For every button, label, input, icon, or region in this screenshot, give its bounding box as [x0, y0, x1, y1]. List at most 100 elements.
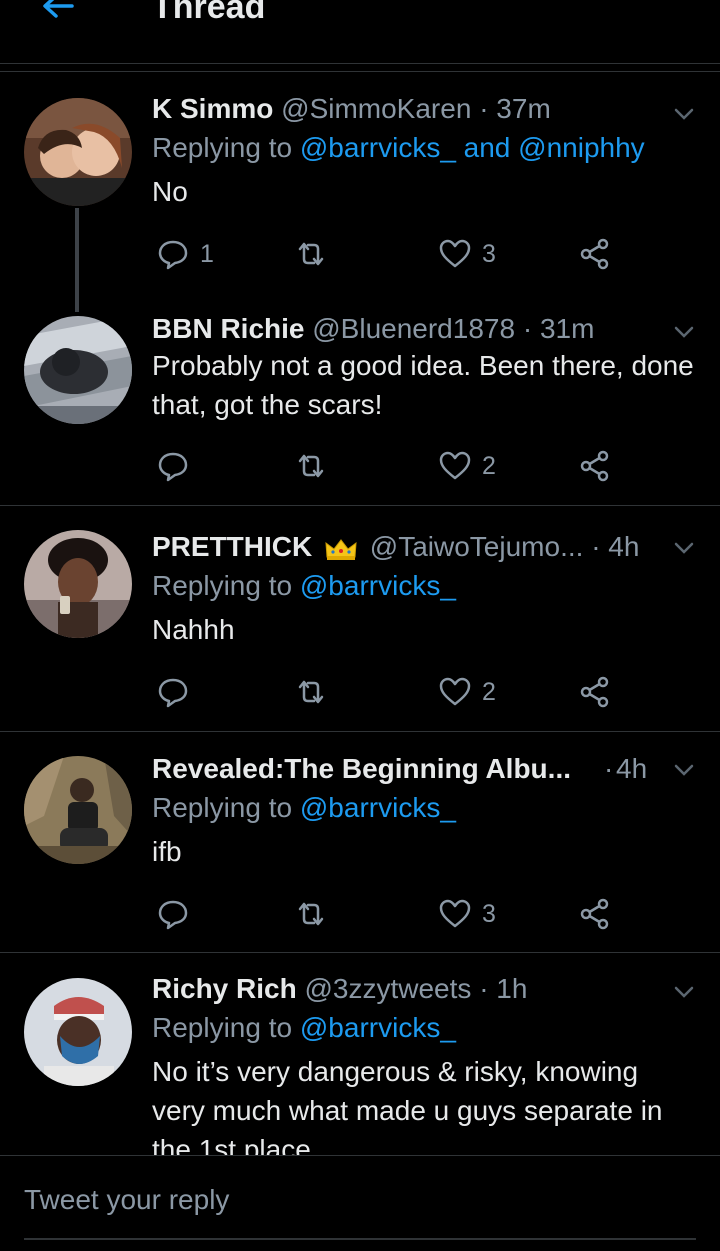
- reply-button[interactable]: [156, 894, 190, 934]
- avatar[interactable]: [24, 530, 132, 638]
- avatar[interactable]: [24, 756, 132, 864]
- replying-prefix: Replying to: [152, 792, 293, 823]
- heart-icon: [439, 899, 471, 928]
- separator-dot: ·: [479, 973, 489, 1004]
- divider: [0, 505, 720, 506]
- tweet[interactable]: K Simmo @SimmoKaren · 37m Replying to @b…: [0, 90, 720, 290]
- mention-link[interactable]: @barrvicks_: [300, 570, 456, 601]
- tweet-reply-input[interactable]: Tweet your reply: [24, 1184, 229, 1216]
- reply-button[interactable]: [156, 672, 190, 712]
- like-count: 3: [482, 899, 496, 928]
- chevron-down-icon[interactable]: [672, 536, 696, 560]
- tweet-text: No it’s very dangerous & risky, knowing …: [152, 1056, 663, 1155]
- like-button[interactable]: 2: [438, 446, 496, 486]
- mention-link[interactable]: @barrvicks_ and @nniphhy: [300, 132, 645, 163]
- like-button[interactable]: 2: [438, 672, 496, 712]
- display-name[interactable]: Revealed:The Beginning Albu...: [152, 753, 571, 784]
- chevron-down-icon[interactable]: [672, 758, 696, 782]
- share-icon: [580, 898, 609, 930]
- heart-icon: [439, 677, 471, 706]
- replying-prefix: Replying to: [152, 1012, 293, 1043]
- replying-to: Replying to @barrvicks_ and @nniphhy: [152, 130, 697, 166]
- reply-button[interactable]: 1: [156, 234, 214, 274]
- user-handle[interactable]: @3zzytweets: [304, 973, 471, 1004]
- reply-icon: [158, 900, 188, 930]
- mention-link[interactable]: @barrvicks_: [300, 1012, 456, 1043]
- tweet-text: ifb: [152, 836, 182, 867]
- user-handle[interactable]: @Bluenerd1878: [312, 313, 515, 344]
- timestamp[interactable]: 37m: [496, 93, 550, 124]
- separator-dot: ·: [522, 313, 533, 344]
- timestamp[interactable]: 31m: [540, 313, 594, 344]
- tweet[interactable]: Revealed:The Beginning Albu... · 4h Repl…: [0, 750, 720, 950]
- user-handle[interactable]: @SimmoKaren: [281, 93, 471, 124]
- divider: [0, 952, 720, 953]
- reply-icon: [158, 678, 188, 708]
- reply-count: 1: [200, 239, 214, 268]
- display-name[interactable]: Richy Rich: [152, 973, 297, 1004]
- share-button[interactable]: [578, 672, 612, 712]
- share-icon: [580, 238, 609, 270]
- chevron-down-icon[interactable]: [672, 980, 696, 1004]
- like-count: 3: [482, 239, 496, 268]
- reply-button[interactable]: [156, 446, 190, 486]
- mention-link[interactable]: @barrvicks_: [300, 792, 456, 823]
- timestamp[interactable]: 4h: [608, 531, 639, 562]
- user-handle[interactable]: @TaiwoTejumo...: [370, 531, 584, 562]
- timestamp[interactable]: 1h: [496, 973, 527, 1004]
- tweet-text: Probably not a good idea. Been there, do…: [152, 350, 694, 420]
- tweet-text: No: [152, 176, 188, 207]
- like-button[interactable]: 3: [438, 234, 496, 274]
- action-bar: 3: [152, 894, 632, 934]
- share-button[interactable]: [578, 894, 612, 934]
- arrow-left-icon[interactable]: [38, 0, 78, 32]
- divider: [0, 731, 720, 732]
- separator-dot: ·: [604, 753, 614, 784]
- input-underline: [24, 1238, 696, 1240]
- replying-prefix: Replying to: [152, 570, 293, 601]
- retweet-icon: [298, 902, 324, 926]
- tweet-header: K Simmo @SimmoKaren · 37m: [152, 92, 697, 126]
- tweet-header: Richy Rich @3zzytweets · 1h: [152, 972, 697, 1006]
- avatar[interactable]: [24, 98, 132, 206]
- retweet-button[interactable]: [294, 672, 328, 712]
- display-name[interactable]: K Simmo: [152, 93, 273, 124]
- heart-icon: [439, 451, 471, 480]
- like-count: 2: [482, 451, 496, 480]
- share-icon: [580, 676, 609, 708]
- share-button[interactable]: [578, 234, 612, 274]
- like-button[interactable]: 3: [438, 894, 496, 934]
- action-bar: 2: [152, 446, 632, 486]
- replying-to: Replying to @barrvicks_: [152, 790, 697, 826]
- top-bar: Thread: [0, 0, 720, 64]
- retweet-button[interactable]: [294, 894, 328, 934]
- action-bar: 1 3: [152, 234, 632, 274]
- like-count: 2: [482, 677, 496, 706]
- divider: [0, 71, 720, 72]
- retweet-button[interactable]: [294, 446, 328, 486]
- avatar[interactable]: [24, 978, 132, 1086]
- retweet-icon: [298, 680, 324, 704]
- tweet-text: Nahhh: [152, 614, 235, 645]
- page-title: Thread: [152, 0, 266, 26]
- retweet-icon: [298, 242, 324, 266]
- share-icon: [580, 450, 609, 482]
- share-button[interactable]: [578, 446, 612, 486]
- tweet[interactable]: PRETTHICK @TaiwoTejumo... · 4h Replying …: [0, 528, 720, 728]
- tweet-header: BBN Richie @Bluenerd1878 · 31m: [152, 312, 697, 346]
- replying-prefix: Replying to: [152, 132, 293, 163]
- reply-icon: [158, 240, 188, 270]
- retweet-button[interactable]: [294, 234, 328, 274]
- replying-to: Replying to @barrvicks_: [152, 1010, 697, 1046]
- tweet-header: Revealed:The Beginning Albu... · 4h: [152, 752, 697, 786]
- chevron-down-icon[interactable]: [672, 102, 696, 126]
- reply-icon: [158, 452, 188, 482]
- tweet[interactable]: BBN Richie @Bluenerd1878 · 31m Probably …: [0, 312, 720, 502]
- chevron-down-icon[interactable]: [672, 320, 696, 344]
- display-name[interactable]: PRETTHICK: [152, 531, 312, 562]
- timestamp[interactable]: 4h: [616, 752, 647, 786]
- avatar[interactable]: [24, 316, 132, 424]
- display-name[interactable]: BBN Richie: [152, 313, 304, 344]
- replying-to: Replying to @barrvicks_: [152, 568, 697, 604]
- tweet[interactable]: Richy Rich @3zzytweets · 1h Replying to …: [0, 970, 720, 1155]
